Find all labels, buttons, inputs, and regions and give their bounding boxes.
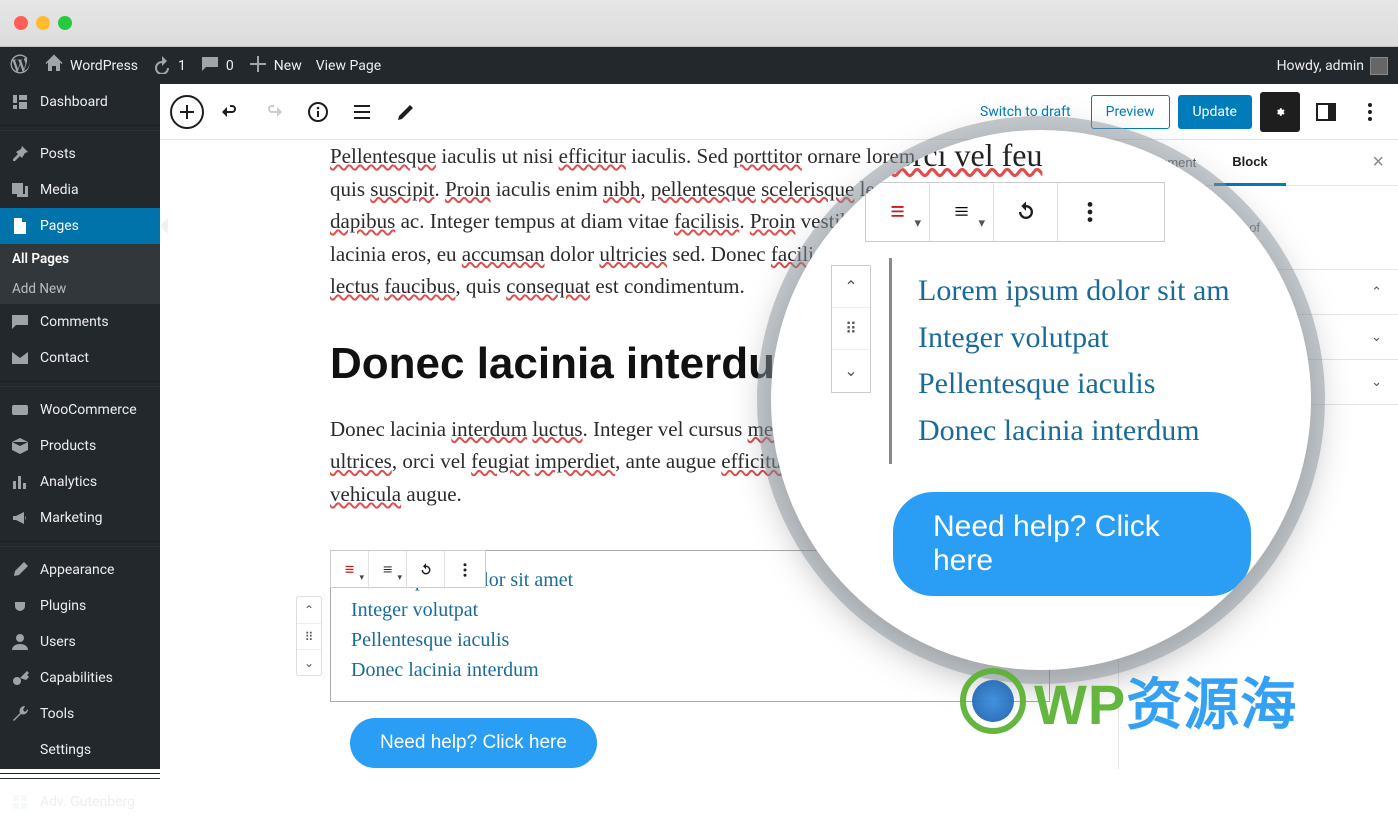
more-menu-button[interactable] bbox=[1352, 94, 1388, 130]
info-button[interactable] bbox=[300, 94, 336, 130]
sidebar-item-plugins[interactable]: Plugins bbox=[0, 588, 160, 624]
wp-adminbar: WordPress 1 0 New View Page Howdy, admin bbox=[0, 47, 1398, 84]
minimize-window-icon[interactable] bbox=[36, 16, 50, 30]
megaphone-icon bbox=[10, 508, 30, 528]
howdy-user[interactable]: Howdy, admin bbox=[1277, 57, 1388, 75]
admin-sidebar: Dashboard Posts Media Pages All Pages Ad… bbox=[0, 84, 160, 769]
align-button[interactable]: ≡▾ bbox=[369, 551, 407, 589]
comment-icon bbox=[10, 312, 30, 332]
blocks-icon bbox=[10, 792, 30, 812]
page-icon bbox=[10, 216, 30, 236]
lens-help-button[interactable]: Need help? Click here bbox=[893, 492, 1251, 596]
block-more-button[interactable] bbox=[445, 551, 485, 589]
sidebar-item-media[interactable]: Media bbox=[0, 172, 160, 208]
settings-gear-button[interactable] bbox=[1260, 92, 1300, 132]
drag-handle[interactable]: ⠿ bbox=[297, 623, 321, 649]
lens-toc-item[interactable]: Integer volutpat bbox=[918, 315, 1251, 362]
maximize-window-icon[interactable] bbox=[58, 16, 72, 30]
sidebar-item-pages[interactable]: Pages bbox=[0, 208, 160, 244]
sidebar-item-tools[interactable]: Tools bbox=[0, 696, 160, 732]
move-down-button[interactable]: ⌄ bbox=[297, 649, 321, 675]
sidebar-item-posts[interactable]: Posts bbox=[0, 136, 160, 172]
sidebar-item-products[interactable]: Products bbox=[0, 428, 160, 464]
site-home-link[interactable]: WordPress bbox=[44, 54, 138, 78]
editor-topbar: Switch to draft Preview Update bbox=[160, 84, 1398, 140]
sidebar-item-settings[interactable]: Settings bbox=[0, 732, 160, 768]
lens-paragraph-fragment: ices, orci vel feu bbox=[831, 137, 1251, 174]
help-button[interactable]: Need help? Click here bbox=[350, 718, 597, 768]
sidebar-item-capabilities[interactable]: Capabilities bbox=[0, 660, 160, 696]
lens-toc-item[interactable]: Lorem ipsum dolor sit am bbox=[918, 268, 1251, 315]
add-block-button[interactable] bbox=[170, 95, 204, 129]
dashboard-icon bbox=[10, 92, 30, 112]
lens-block-type[interactable]: ≡▾ bbox=[866, 183, 930, 241]
user-icon bbox=[10, 632, 30, 652]
sidebar-item-marketing[interactable]: Marketing bbox=[0, 500, 160, 536]
toc-item[interactable]: Donec lacinia interdum bbox=[351, 655, 1029, 685]
lens-block-handles: ⌃ ⠿ ⌄ bbox=[831, 265, 871, 393]
undo-button[interactable] bbox=[212, 94, 248, 130]
wrench-icon bbox=[10, 704, 30, 724]
avatar-icon bbox=[1370, 57, 1388, 75]
close-inspector-button[interactable]: × bbox=[1358, 151, 1398, 174]
lens-move-down[interactable]: ⌄ bbox=[832, 350, 870, 392]
lens-toc-block[interactable]: Lorem ipsum dolor sit am Integer volutpa… bbox=[889, 258, 1251, 464]
sidebar-item-adv-gutenberg[interactable]: Adv. Gutenberg bbox=[0, 784, 160, 820]
block-type-button[interactable]: ≡▾ bbox=[331, 551, 369, 589]
move-up-button[interactable]: ⌃ bbox=[297, 597, 321, 623]
sidebar-toggle-button[interactable] bbox=[1308, 94, 1344, 130]
watermark: WP资源海 bbox=[960, 660, 1297, 741]
wp-logo-icon[interactable] bbox=[10, 54, 30, 78]
sidebar-item-comments[interactable]: Comments bbox=[0, 304, 160, 340]
comments-link[interactable]: 0 bbox=[200, 54, 234, 78]
update-button[interactable]: Update bbox=[1178, 95, 1252, 129]
outline-button[interactable] bbox=[344, 94, 380, 130]
pin-icon bbox=[10, 144, 30, 164]
box-icon bbox=[10, 436, 30, 456]
sidebar-sub-add-new[interactable]: Add New bbox=[0, 274, 160, 304]
sidebar-item-contact[interactable]: Contact bbox=[0, 340, 160, 376]
magnifier-overlay: ices, orci vel feu ⌃ ⠿ ⌄ ≡▾ ≡▾ Lorem ips… bbox=[771, 130, 1311, 670]
watermark-logo-icon bbox=[960, 668, 1026, 734]
switch-to-draft-link[interactable]: Switch to draft bbox=[968, 104, 1083, 120]
preview-button[interactable]: Preview bbox=[1091, 95, 1170, 129]
lens-refresh[interactable] bbox=[994, 183, 1058, 241]
redo-button[interactable] bbox=[256, 94, 292, 130]
sidebar-item-dashboard[interactable]: Dashboard bbox=[0, 84, 160, 120]
plug-icon bbox=[10, 596, 30, 616]
sidebar-item-analytics[interactable]: Analytics bbox=[0, 464, 160, 500]
refresh-button[interactable] bbox=[407, 551, 445, 589]
sidebar-item-appearance[interactable]: Appearance bbox=[0, 552, 160, 588]
brush-icon bbox=[10, 560, 30, 580]
close-window-icon[interactable] bbox=[14, 16, 28, 30]
woocommerce-icon bbox=[10, 400, 30, 420]
sidebar-submenu-pages: All Pages Add New bbox=[0, 244, 160, 304]
window-titlebar bbox=[0, 0, 1398, 47]
new-content-link[interactable]: New bbox=[248, 54, 302, 78]
view-page-link[interactable]: View Page bbox=[316, 58, 381, 74]
lens-move-up[interactable]: ⌃ bbox=[832, 266, 870, 308]
block-toolbar: ≡▾ ≡▾ bbox=[330, 550, 486, 588]
lens-drag-handle[interactable]: ⠿ bbox=[832, 308, 870, 350]
sliders-icon bbox=[10, 740, 30, 760]
lens-align[interactable]: ≡▾ bbox=[930, 183, 994, 241]
lens-toc-item[interactable]: Pellentesque iaculis bbox=[918, 361, 1251, 408]
edit-mode-button[interactable] bbox=[388, 94, 424, 130]
updates-link[interactable]: 1 bbox=[152, 54, 186, 78]
block-mover-handles: ⌃ ⠿ ⌄ bbox=[296, 596, 322, 676]
sidebar-item-woocommerce[interactable]: WooCommerce bbox=[0, 392, 160, 428]
chart-icon bbox=[10, 472, 30, 492]
lens-more[interactable] bbox=[1058, 183, 1122, 241]
lens-block-toolbar: ≡▾ ≡▾ bbox=[865, 182, 1165, 242]
sidebar-item-users[interactable]: Users bbox=[0, 624, 160, 660]
media-icon bbox=[10, 180, 30, 200]
key-icon bbox=[10, 668, 30, 688]
mail-icon bbox=[10, 348, 30, 368]
lens-toc-item[interactable]: Donec lacinia interdum bbox=[918, 408, 1251, 455]
sidebar-sub-all-pages[interactable]: All Pages bbox=[0, 244, 160, 274]
